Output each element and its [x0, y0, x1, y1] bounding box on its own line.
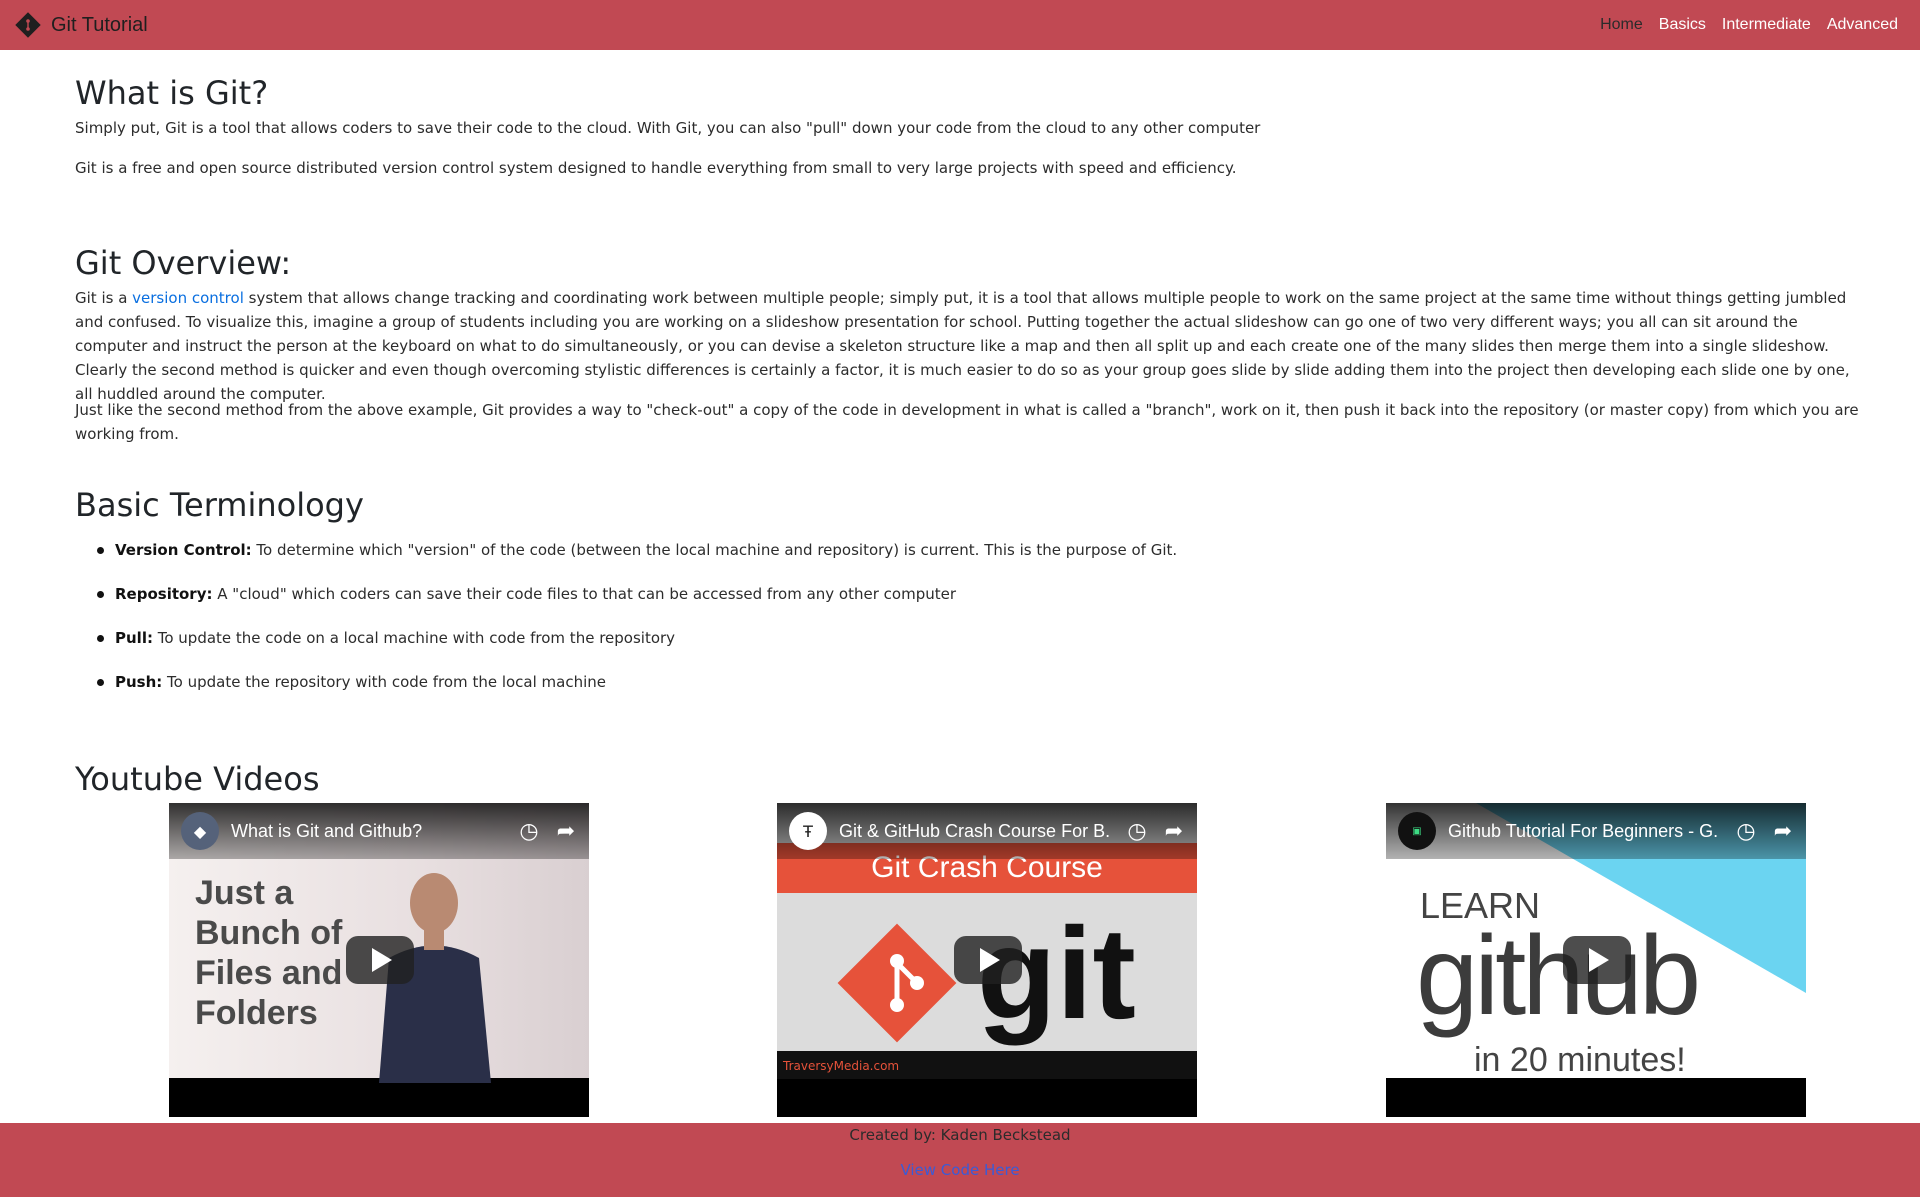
- video-actions: ◷ ➦: [1127, 819, 1183, 844]
- paragraph: Git is a free and open source distribute…: [75, 159, 1237, 177]
- git-logo-icon: [15, 12, 41, 38]
- share-icon[interactable]: ➦: [1165, 819, 1183, 844]
- thumbnail-text: in 20 minutes!: [1474, 1041, 1686, 1079]
- brand-title: Git Tutorial: [51, 13, 148, 36]
- video-actions: ◷ ➦: [1736, 819, 1792, 844]
- clock-icon[interactable]: ◷: [1127, 819, 1146, 844]
- play-button[interactable]: [1563, 936, 1631, 984]
- git-logo-icon: [837, 923, 957, 1043]
- video-title[interactable]: Git & GitHub Crash Course For B...: [839, 821, 1109, 842]
- thumbnail-text: Just a Bunch of Files and Folders: [195, 874, 343, 1032]
- thumbnail-text: github: [1416, 913, 1701, 1038]
- term-name: Repository:: [115, 585, 213, 603]
- list-item: Pull: To update the code on a local mach…: [96, 626, 1177, 650]
- terminology-list: Version Control: To determine which "ver…: [96, 538, 1178, 714]
- nav-link-advanced[interactable]: Advanced: [1827, 16, 1898, 34]
- term-name: Version Control:: [115, 541, 252, 559]
- play-button[interactable]: [954, 936, 1022, 984]
- video-embed[interactable]: LEARN github in 20 minutes! ▣ Github Tut…: [1386, 803, 1806, 1117]
- paragraph: Git is a version control system that all…: [75, 286, 1865, 406]
- footer: Created by: Kaden Beckstead View Code He…: [0, 1123, 1920, 1197]
- view-code-link[interactable]: View Code Here: [900, 1161, 1019, 1179]
- paragraph: Simply put, Git is a tool that allows co…: [75, 119, 1261, 137]
- list-item: Repository: A "cloud" which coders can s…: [96, 582, 1177, 606]
- brand[interactable]: Git Tutorial: [15, 12, 148, 38]
- clock-icon[interactable]: ◷: [519, 819, 538, 844]
- term-desc: To update the code on a local machine wi…: [152, 629, 676, 647]
- section-title-what-is-git: What is Git?: [75, 74, 269, 112]
- share-icon[interactable]: ➦: [1774, 819, 1792, 844]
- term-name: Push:: [115, 673, 163, 691]
- term-desc: A "cloud" which coders can save their co…: [212, 585, 956, 603]
- video-embed[interactable]: Git Crash Course git TraversyMedia.com Ŧ…: [777, 803, 1197, 1117]
- channel-avatar[interactable]: ▣: [1398, 812, 1436, 850]
- navbar: Git Tutorial Home Basics Intermediate Ad…: [0, 0, 1920, 50]
- thumbnail-footer: TraversyMedia.com: [777, 1051, 1197, 1079]
- video-actions: ◷ ➦: [519, 819, 575, 844]
- term-desc: To determine which "version" of the code…: [251, 541, 1178, 559]
- version-control-link[interactable]: version control: [132, 289, 244, 307]
- section-title-basic-terminology: Basic Terminology: [75, 486, 364, 524]
- nav-link-basics[interactable]: Basics: [1659, 16, 1706, 34]
- video-title[interactable]: Github Tutorial For Beginners - G...: [1448, 821, 1718, 842]
- paragraph-text: Git is a: [75, 289, 133, 307]
- section-title-git-overview: Git Overview:: [75, 244, 292, 282]
- paragraph: Just like the second method from the abo…: [75, 401, 1859, 443]
- term-name: Pull:: [115, 629, 153, 647]
- nav-link-intermediate[interactable]: Intermediate: [1722, 16, 1811, 34]
- nav-link-home[interactable]: Home: [1600, 16, 1643, 34]
- list-item: Push: To update the repository with code…: [96, 670, 1177, 694]
- paragraph-text: system that allows change tracking and c…: [75, 289, 1850, 403]
- share-icon[interactable]: ➦: [557, 819, 575, 844]
- play-button[interactable]: [346, 936, 414, 984]
- list-item: Version Control: To determine which "ver…: [96, 538, 1178, 562]
- nav-links: Home Basics Intermediate Advanced: [1600, 16, 1898, 34]
- channel-avatar[interactable]: ◆: [181, 812, 219, 850]
- channel-avatar[interactable]: Ŧ: [789, 812, 827, 850]
- video-title[interactable]: What is Git and Github?: [231, 821, 501, 842]
- section-title-youtube-videos: Youtube Videos: [75, 760, 320, 798]
- clock-icon[interactable]: ◷: [1736, 819, 1755, 844]
- term-desc: To update the repository with code from …: [162, 673, 607, 691]
- footer-credit: Created by: Kaden Beckstead: [849, 1126, 1071, 1144]
- video-embed[interactable]: Just a Bunch of Files and Folders ◆ What…: [169, 803, 589, 1117]
